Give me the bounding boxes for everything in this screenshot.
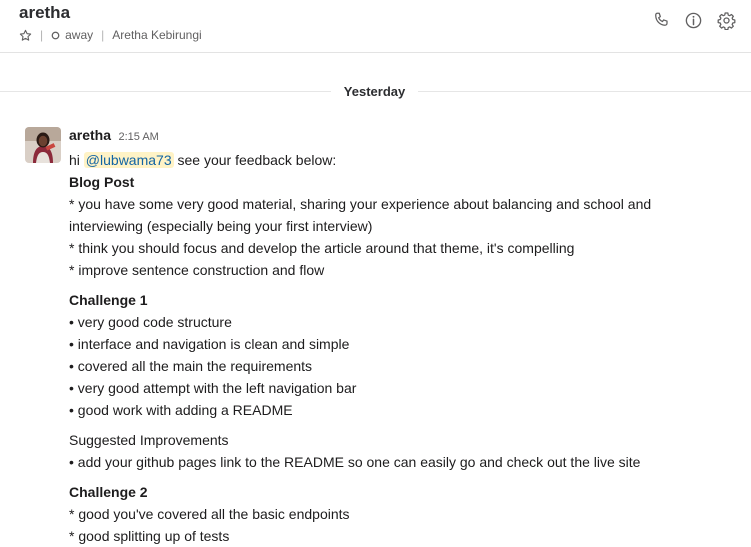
greeting-line: hi @lubwama73 see your feedback below: [69,149,709,171]
date-divider-label[interactable]: Yesterday [331,83,418,101]
feedback-line: * good splitting up of tests [69,528,230,544]
avatar[interactable] [25,127,61,163]
gear-icon [717,11,736,35]
feedback-line: * good you've covered all the basic endp… [69,506,350,522]
feedback-line: • add your github pages link to the READ… [69,454,641,470]
message-header: aretha 2:15 AM [69,127,159,145]
feedback-line: • very good code structure [69,314,232,330]
details-button[interactable] [683,12,704,33]
header-actions [650,11,737,35]
phone-icon [652,11,670,34]
greeting-suffix: see your feedback below: [173,152,337,168]
message-sender[interactable]: aretha [69,127,111,143]
meta-separator: | [101,28,105,42]
section-heading-challenge2: Challenge 2 [69,484,148,500]
user-full-name[interactable]: Aretha Kebirungi [112,28,201,42]
channel-title[interactable]: aretha [19,3,70,23]
presence-icon [51,31,60,40]
section-heading-blog: Blog Post [69,174,135,190]
feedback-line: • covered all the main the requirements [69,358,313,374]
channel-meta: | away | Aretha Kebirungi [19,28,202,42]
feedback-line: • good work with adding a README [69,402,293,418]
meta-separator: | [40,28,44,42]
feedback-line: * you have some very good material, shar… [69,196,652,234]
section-heading-suggested: Suggested Improvements [69,432,229,448]
star-icon[interactable] [19,29,32,42]
presence-status: away [65,28,94,42]
call-button[interactable] [650,12,671,33]
feedback-line: * think you should focus and develop the… [69,240,575,256]
info-icon [684,11,703,35]
user-mention[interactable]: @lubwama73 [83,152,174,168]
message-timestamp[interactable]: 2:15 AM [118,131,158,143]
feedback-line: • very good attempt with the left naviga… [69,380,357,396]
settings-button[interactable] [716,11,737,35]
section-heading-challenge1: Challenge 1 [69,292,148,308]
greeting-prefix: hi [69,152,84,168]
feedback-line: • interface and navigation is clean and … [69,336,350,352]
feedback-line: * improve sentence construction and flow [69,262,325,278]
channel-header: aretha | away | Aretha Kebirungi [0,0,751,53]
message-body: hi @lubwama73 see your feedback below: B… [69,149,709,547]
